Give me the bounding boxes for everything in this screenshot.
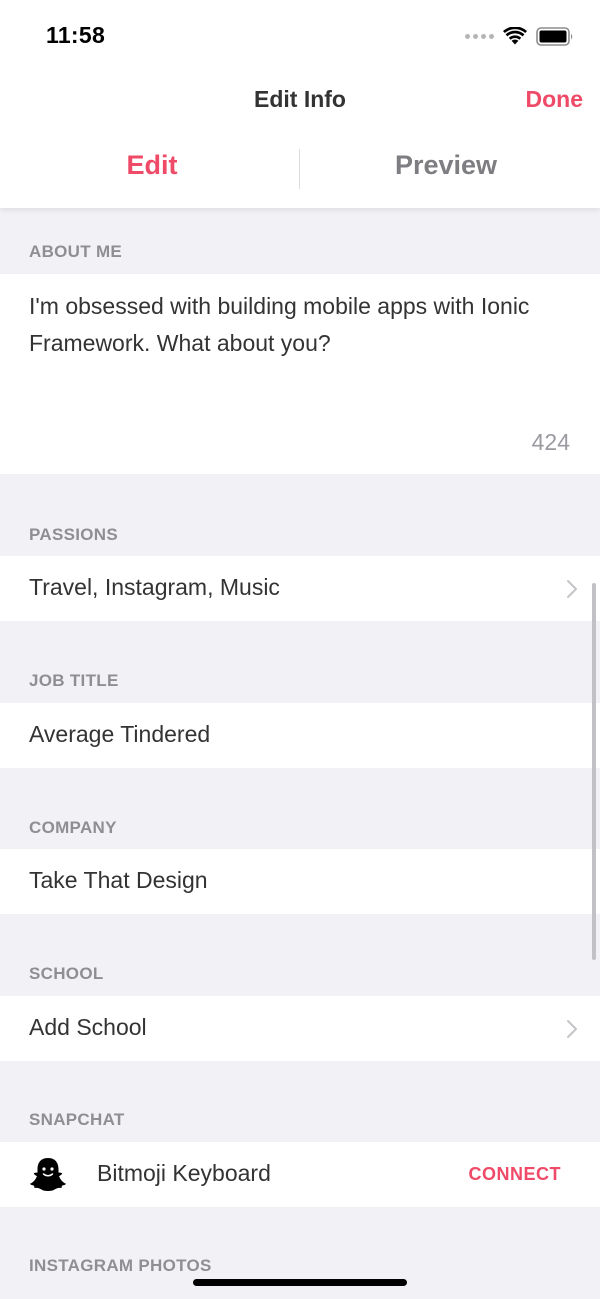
home-indicator[interactable] [193, 1279, 407, 1286]
edit-info-screen: 11:58 Edit Info Done Edit Preview ABOUT … [0, 0, 600, 1299]
status-icons [465, 25, 574, 47]
signal-icon [465, 33, 494, 39]
done-button[interactable]: Done [526, 86, 584, 113]
snapchat-ghost-icon [30, 1158, 66, 1191]
school-value: Add School [29, 1014, 147, 1040]
character-count: 424 [531, 429, 570, 455]
school-header: SCHOOL [29, 964, 104, 983]
job-title-field[interactable]: Average Tindered [0, 703, 600, 768]
company-field[interactable]: Take That Design [0, 849, 600, 914]
wifi-icon [503, 27, 527, 45]
school-row[interactable]: Add School [0, 996, 600, 1061]
tab-edit[interactable]: Edit [2, 150, 302, 181]
page-title: Edit Info [254, 86, 346, 112]
passions-header: PASSIONS [29, 525, 118, 544]
tab-preview[interactable]: Preview [296, 150, 596, 181]
navigation-bar: Edit Info Done [0, 70, 600, 132]
passions-row[interactable]: Travel, Instagram, Music [0, 556, 600, 621]
status-bar: 11:58 [0, 0, 600, 70]
scrollbar[interactable] [592, 583, 596, 960]
about-me-textarea[interactable]: I'm obsessed with building mobile apps w… [0, 274, 600, 474]
snapchat-header: SNAPCHAT [29, 1110, 125, 1129]
battery-icon [536, 26, 573, 46]
about-me-text: I'm obsessed with building mobile apps w… [29, 293, 530, 356]
company-header: COMPANY [29, 818, 117, 837]
instagram-photos-header: INSTAGRAM PHOTOS [29, 1256, 212, 1275]
about-me-header: ABOUT ME [29, 242, 123, 261]
connect-button[interactable]: CONNECT [469, 1164, 562, 1185]
job-title-header: JOB TITLE [29, 671, 119, 690]
chevron-right-icon [567, 580, 577, 598]
chevron-right-icon [567, 1020, 577, 1038]
job-title-value: Average Tindered [29, 721, 211, 747]
snapchat-row: Bitmoji Keyboard CONNECT [0, 1142, 600, 1207]
segment-control: Edit Preview [0, 132, 600, 208]
bitmoji-keyboard-label: Bitmoji Keyboard [97, 1160, 271, 1186]
status-time: 11:58 [46, 22, 106, 48]
passions-value: Travel, Instagram, Music [29, 574, 280, 600]
company-value: Take That Design [29, 867, 208, 893]
